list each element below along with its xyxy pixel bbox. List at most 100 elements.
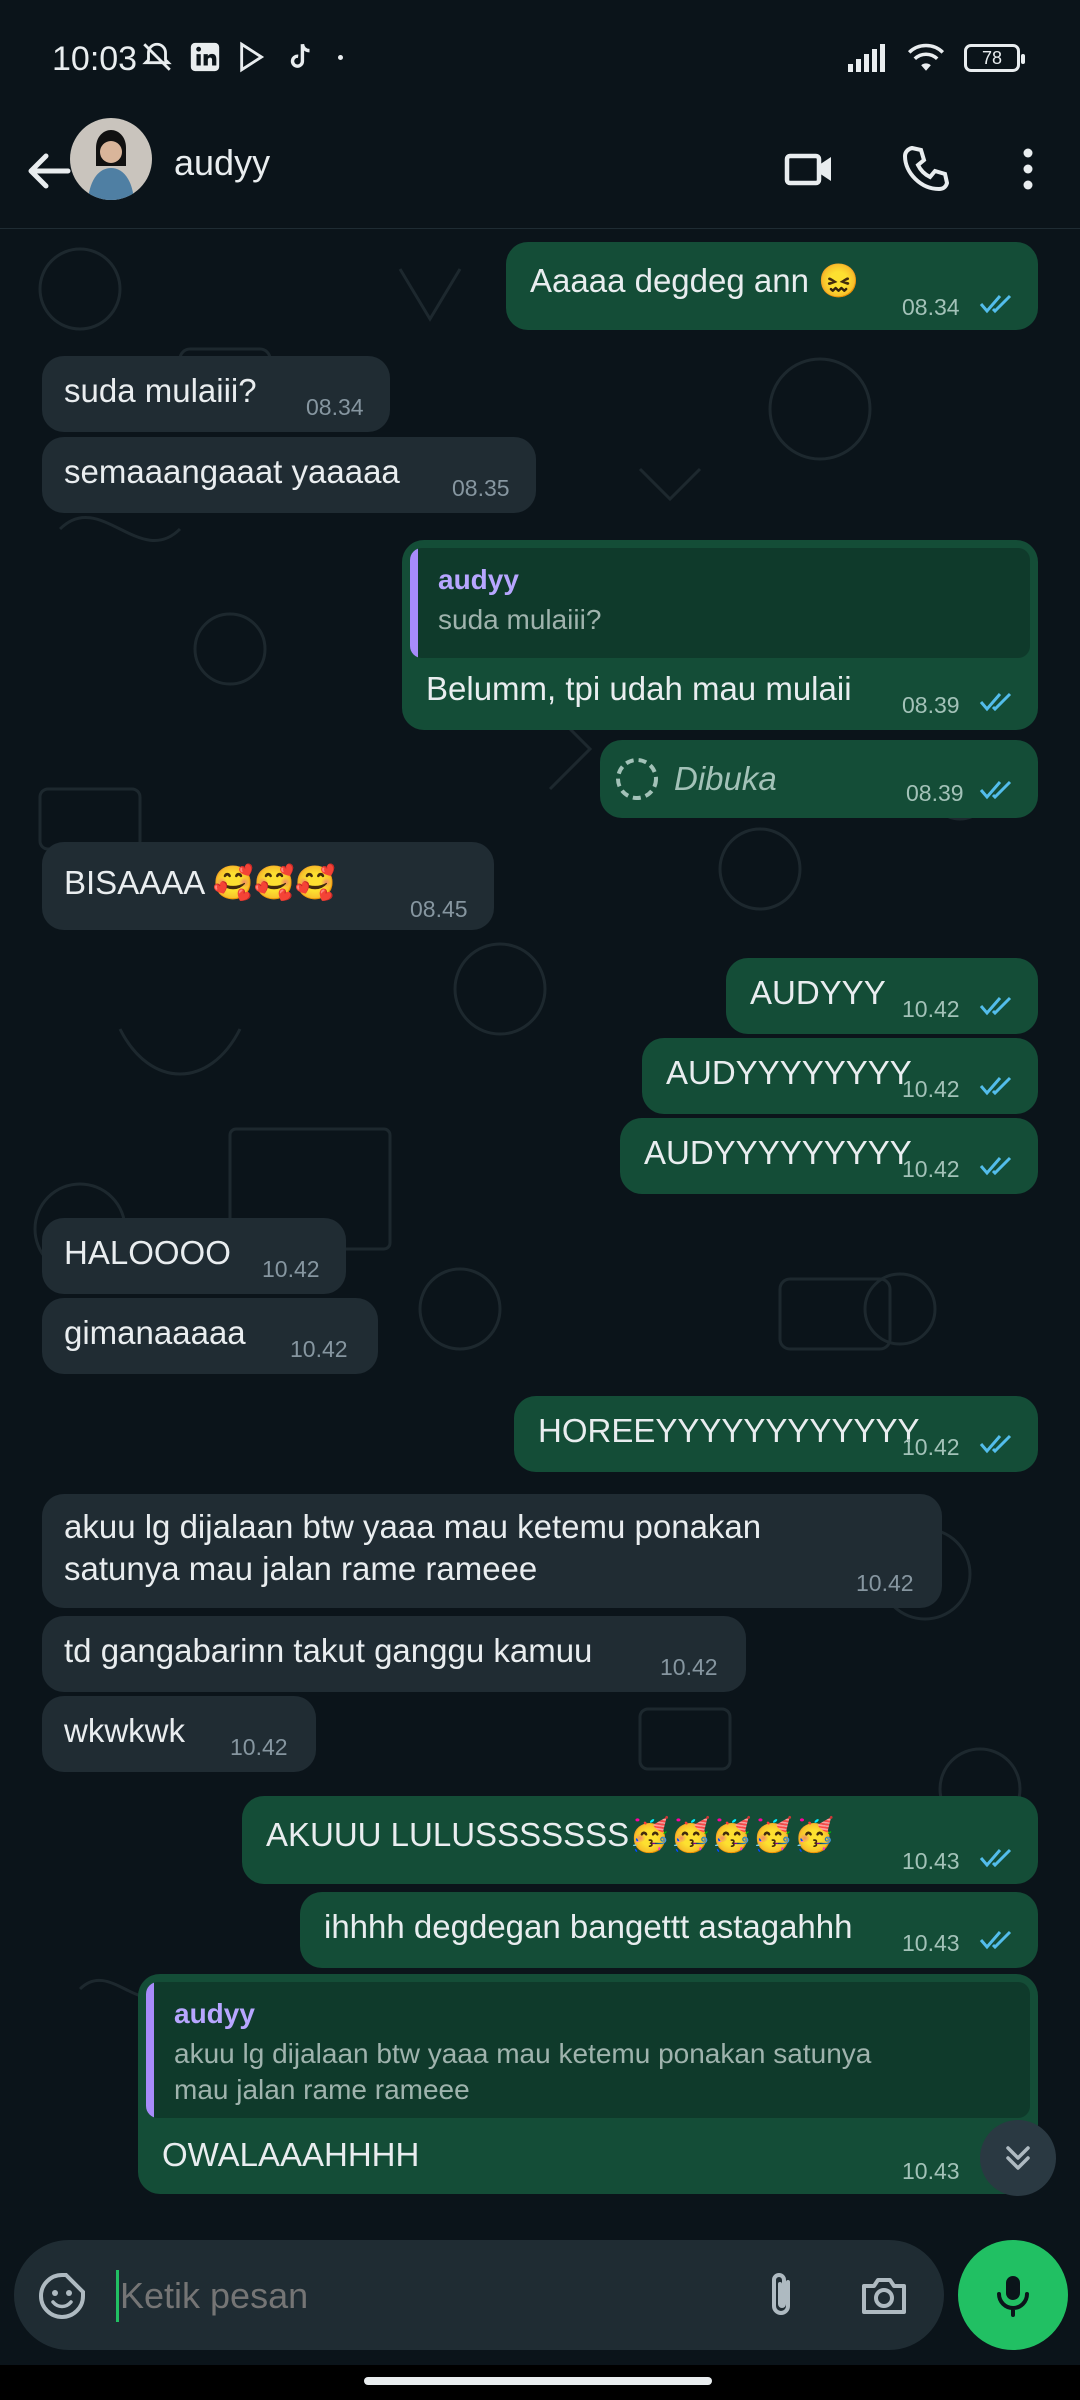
avatar[interactable] — [70, 118, 152, 200]
view-once-icon — [616, 758, 658, 800]
message-text: ihhhh degdegan bangettt astagahhh — [324, 1908, 853, 1945]
home-gesture-pill[interactable] — [364, 2377, 712, 2385]
read-ticks-icon — [979, 692, 1012, 712]
message-text: gimanaaaaa — [64, 1314, 246, 1351]
camera-icon[interactable] — [856, 2268, 912, 2324]
notification-icons — [140, 40, 343, 74]
double-chevron-down-icon — [1006, 2146, 1030, 2170]
quote-text: suda mulaiii? — [438, 604, 602, 635]
message-outgoing[interactable]: ihhhh degdegan bangettt astagahhh 10.43 — [300, 1892, 1038, 1968]
system-navigation-bar — [0, 2365, 1080, 2400]
chat-header: audyy — [0, 118, 1080, 229]
message-text: HALOOOO — [64, 1234, 231, 1271]
message-input[interactable] — [118, 2262, 742, 2330]
read-ticks-icon — [979, 780, 1012, 800]
message-time: 10.43 — [902, 1930, 960, 1956]
mic-button[interactable] — [958, 2240, 1068, 2350]
message-time: 10.42 — [902, 1076, 960, 1102]
signal-icon — [848, 44, 885, 72]
message-incoming[interactable]: HALOOOO 10.42 — [42, 1218, 346, 1294]
message-text: AKUUU LULUSSSSSSS🥳🥳🥳🥳🥳 — [266, 1816, 835, 1853]
message-outgoing[interactable]: AUDYYY 10.42 — [726, 958, 1038, 1034]
phone-icon[interactable] — [890, 134, 960, 204]
wifi-icon — [907, 43, 945, 71]
message-time: 08.45 — [410, 896, 468, 922]
more-notifications-dot — [338, 54, 343, 60]
message-outgoing[interactable]: HOREEYYYYYYYYYYYY 10.42 — [514, 1396, 1038, 1472]
message-time: 08.34 — [902, 294, 960, 320]
mic-icon — [997, 2276, 1029, 2317]
tiktok-icon — [290, 43, 310, 68]
scroll-to-bottom-button[interactable] — [980, 2120, 1056, 2196]
message-time: 08.35 — [452, 475, 510, 501]
message-incoming[interactable]: suda mulaiii? 08.34 — [42, 356, 390, 432]
message-text: semaaangaaat yaaaaa — [64, 453, 400, 490]
quote-text-line2: mau jalan rame rameee — [174, 2074, 470, 2105]
message-incoming[interactable]: BISAAAA 🥰🥰🥰 08.45 — [42, 842, 494, 930]
message-outgoing[interactable]: Aaaaa degdeg ann 😖 08.34 — [506, 242, 1038, 330]
message-text: suda mulaiii? — [64, 372, 257, 409]
message-text: td gangabarinn takut ganggu kamuu — [64, 1632, 593, 1669]
quote-accent-bar — [146, 1982, 154, 2118]
battery-indicator: 78 — [964, 44, 1025, 72]
message-time: 10.42 — [230, 1734, 288, 1760]
message-text: OWALAAAHHHH — [162, 2136, 420, 2173]
read-ticks-icon — [979, 1848, 1012, 1868]
mute-bell-icon — [142, 42, 172, 71]
read-ticks-icon — [979, 1076, 1012, 1096]
message-incoming[interactable]: wkwkwk 10.42 — [42, 1696, 316, 1772]
message-text-line2: satunya mau jalan rame rameee — [64, 1550, 538, 1587]
message-time: 10.42 — [902, 1434, 960, 1460]
message-time: 10.42 — [902, 1156, 960, 1182]
message-text: wkwkwk — [64, 1712, 185, 1749]
read-ticks-icon — [979, 1156, 1012, 1176]
play-store-icon — [240, 41, 265, 73]
quote-author: audyy — [438, 564, 519, 595]
message-text: AUDYYYYYYYYY — [644, 1134, 912, 1171]
message-outgoing[interactable]: AKUUU LULUSSSSSSS🥳🥳🥳🥳🥳 10.43 — [242, 1796, 1038, 1884]
message-view-once[interactable]: Dibuka 08.39 — [600, 740, 1038, 818]
message-outgoing[interactable]: AUDYYYYYYYY 10.42 — [642, 1038, 1038, 1114]
message-time: 10.42 — [856, 1570, 914, 1596]
message-text: AUDYYYYYYYY — [666, 1054, 912, 1091]
message-outgoing[interactable]: AUDYYYYYYYYY 10.42 — [620, 1118, 1038, 1194]
status-time: 10:03 — [52, 40, 138, 78]
message-composer — [14, 2240, 944, 2350]
message-text: AUDYYY — [750, 974, 886, 1011]
linkedin-icon — [190, 42, 220, 72]
read-ticks-icon — [979, 294, 1012, 314]
message-time: 08.39 — [906, 780, 964, 806]
read-ticks-icon — [979, 1434, 1012, 1454]
message-incoming[interactable]: akuu lg dijalaan btw yaaa mau ketemu pon… — [42, 1494, 942, 1608]
message-outgoing-reply[interactable]: audyy akuu lg dijalaan btw yaaa mau kete… — [138, 1974, 1038, 2194]
message-time: 10.43 — [902, 2158, 960, 2184]
message-text: Dibuka — [674, 760, 777, 797]
message-incoming[interactable]: semaaangaaat yaaaaa 08.35 — [42, 437, 536, 513]
more-vertical-icon[interactable] — [993, 134, 1063, 204]
paperclip-icon[interactable] — [754, 2268, 810, 2324]
message-text: HOREEYYYYYYYYYYYY — [538, 1412, 920, 1449]
message-time: 08.39 — [902, 692, 960, 718]
message-text: BISAAAA 🥰🥰🥰 — [64, 864, 336, 901]
message-time: 10.42 — [290, 1336, 348, 1362]
quote-author: audyy — [174, 1998, 255, 2029]
message-text-line1: akuu lg dijalaan btw yaaa mau ketemu pon… — [64, 1508, 762, 1545]
read-ticks-icon — [979, 1930, 1012, 1950]
sticker-icon[interactable] — [36, 2270, 88, 2322]
message-outgoing-reply[interactable]: audyy suda mulaiii? Belumm, tpi udah mau… — [402, 540, 1038, 730]
message-time: 10.42 — [660, 1654, 718, 1680]
message-incoming[interactable]: gimanaaaaa 10.42 — [42, 1298, 378, 1374]
message-time: 08.34 — [306, 394, 364, 420]
quote-accent-bar — [410, 548, 418, 658]
message-time: 10.42 — [902, 996, 960, 1022]
quoted-message[interactable]: audyy akuu lg dijalaan btw yaaa mau kete… — [146, 1982, 1030, 2118]
message-time: 10.43 — [902, 1848, 960, 1874]
quoted-message[interactable]: audyy suda mulaiii? — [410, 548, 1030, 658]
contact-name[interactable]: audyy — [174, 142, 270, 184]
video-call-icon[interactable] — [775, 134, 845, 204]
message-incoming[interactable]: td gangabarinn takut ganggu kamuu 10.42 — [42, 1616, 746, 1692]
system-icons: 78 — [848, 42, 1025, 74]
quote-text-line1: akuu lg dijalaan btw yaaa mau ketemu pon… — [174, 2038, 872, 2069]
message-time: 10.42 — [262, 1256, 320, 1282]
message-text: Aaaaa degdeg ann 😖 — [530, 262, 860, 299]
